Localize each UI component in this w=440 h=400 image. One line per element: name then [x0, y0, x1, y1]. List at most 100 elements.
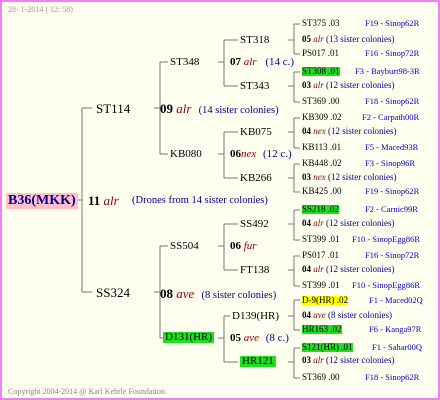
gen4-sym-1: alr: [313, 80, 324, 90]
gen2-num-0: 09: [160, 101, 173, 116]
gen4-num-2: 04: [302, 126, 311, 136]
gen5-code-15: ST369 .00: [302, 372, 340, 382]
gen3-label-2: SS504: [170, 240, 199, 252]
gen4-label-1: ST343: [240, 80, 270, 92]
gen3-num-3: 05: [230, 332, 241, 344]
gen4-info-0: 05 alr (13 sister colonies): [302, 35, 395, 44]
gen3-sym-2: fur: [243, 240, 257, 252]
gen5-loc-13: F6 - Kanga97R: [369, 324, 422, 334]
gen5-code-3: ST369 .00: [302, 96, 340, 106]
gen4-note-0: (13 sister colonies): [326, 34, 395, 44]
gen5-code-14: S121(HR) .01: [302, 342, 353, 352]
gen4-num-1: 03: [302, 80, 311, 90]
gen4-num-4: 04: [302, 218, 311, 228]
root-sym: alr: [103, 193, 119, 208]
gen4-note-3: (12 sister colonies): [328, 172, 397, 182]
gen5-code-2: ST308 .01: [302, 66, 340, 76]
root-queen-label: B36(MKK): [6, 193, 78, 209]
gen5-loc-2: F3 - Bayburt98-3R: [355, 66, 420, 76]
gen4-info-4: 04 alr (12 sister colonies): [302, 219, 395, 228]
gen4-sym-6: ave: [313, 310, 326, 320]
gen5-loc-11: F10 - SinopEgg86R: [352, 280, 421, 290]
root-note: (Drones from 14 sister colonies): [132, 195, 268, 206]
gen4-num-3: 03: [302, 172, 311, 182]
gen5-code-12: D-9(HR) .02: [302, 295, 348, 305]
gen3-note-1: (12 c.): [263, 148, 292, 160]
gen3-note-0: (14 c.): [265, 56, 295, 68]
gen3-info-1: 06nex (12 c.): [230, 149, 292, 160]
gen5-loc-5: F5 - Maced93R: [365, 142, 419, 152]
gen4-note-2: (12 sister colonies): [328, 126, 397, 136]
gen2-label-0: ST114: [96, 101, 131, 116]
gen2-sym-1: ave: [176, 286, 195, 301]
gen5-loc-4: F2 - Carpath00R: [362, 112, 420, 122]
root-num: 11: [88, 193, 101, 208]
gen3-info-2: 06 fur: [230, 241, 257, 252]
gen4-note-6: (8 sister colonies): [328, 310, 392, 320]
gen4-label-5: FT138: [240, 264, 270, 276]
gen5-loc-3: F18 - Sinop62R: [365, 96, 420, 106]
gen4-label-0: ST318: [240, 34, 270, 46]
gen3-info-0: 07 alr (14 c.): [230, 57, 294, 68]
gen4-label-3: KB266: [240, 172, 272, 184]
gen5-loc-14: F1 - Sahar00Q: [372, 342, 423, 352]
gen5-code-5: KB113 .01: [302, 142, 342, 152]
gen4-label-2: KB075: [240, 126, 272, 138]
gen4-label-6: D139(HR): [232, 310, 280, 322]
gen2-info-0: 09 alr (14 sister colonies): [160, 102, 279, 117]
gen5-loc-15: F18 - Sinop62R: [365, 372, 420, 382]
gen4-note-4: (12 sister colonies): [326, 218, 395, 228]
gen4-num-7: 03: [302, 355, 311, 365]
gen5-loc-10: F16 - Sinop72R: [365, 250, 420, 260]
header-timestamp: 28- 1-2014 ( 12: 58): [8, 5, 73, 14]
gen3-note-3: (8 c.): [265, 332, 289, 344]
gen5-loc-6: F3 - Sinop96R: [365, 158, 416, 168]
gen2-note-0: (14 sister colonies): [198, 105, 279, 116]
gen4-num-5: 04: [302, 264, 311, 274]
gen3-label-1: KB080: [170, 148, 202, 160]
gen3-sym-3: ave: [243, 332, 260, 344]
gen4-sym-7: alr: [313, 355, 324, 365]
gen5-loc-12: F1 - Maced02Q: [369, 295, 423, 305]
gen3-num-1: 06: [230, 148, 241, 160]
gen4-label-7: HR121: [240, 355, 276, 367]
gen5-loc-1: F16 - Sinop72R: [365, 48, 420, 58]
gen5-code-13: HR163 .02: [302, 324, 342, 334]
gen2-note-1: (8 sister colonies): [201, 290, 277, 301]
gen5-code-4: KB309 .02: [302, 112, 342, 122]
gen4-info-1: 03 alr (12 sister colonies): [302, 81, 395, 90]
gen4-info-7: 03 alr (12 sister colonies): [302, 356, 395, 365]
gen2-label-1: SS324: [96, 285, 130, 300]
gen5-code-11: ST399 .01: [302, 280, 340, 290]
gen3-num-0: 07: [230, 56, 241, 68]
gen2-num-1: 08: [160, 286, 173, 301]
gen5-loc-7: F19 - Sinop62R: [365, 186, 420, 196]
gen4-note-1: (12 sister colonies): [326, 80, 395, 90]
gen4-num-6: 04: [302, 310, 311, 320]
gen4-info-2: 04 nex (12 sister colonies): [302, 127, 396, 136]
gen4-sym-0: alr: [313, 34, 324, 44]
gen5-code-10: PS017 .01: [302, 250, 340, 260]
gen3-label-0: ST348: [170, 56, 200, 68]
gen5-loc-0: F19 - Sinop62R: [365, 18, 420, 28]
gen3-label-3: D131(HR): [163, 331, 215, 343]
gen4-sym-3: nex: [313, 172, 326, 182]
gen5-loc-8: F2 - Carnic99R: [365, 204, 418, 214]
gen5-code-9: ST399 .01: [302, 234, 340, 244]
gen2-sym-0: alr: [176, 101, 192, 116]
gen2-info-1: 08 ave (8 sister colonies): [160, 287, 276, 302]
gen3-info-3: 05 ave (8 c.): [230, 333, 289, 344]
gen4-num-0: 05: [302, 34, 311, 44]
gen5-code-7: KB425 .00: [302, 186, 342, 196]
gen4-sym-5: alr: [313, 264, 324, 274]
gen4-info-3: 03 nex (12 sister colonies): [302, 173, 396, 182]
gen4-info-5: 04 alr (12 sister colonies): [302, 265, 395, 274]
gen4-sym-2: nex: [313, 126, 326, 136]
gen5-loc-9: F10 - SinopEgg86R: [352, 234, 421, 244]
gen3-sym-0: alr: [243, 56, 257, 68]
gen5-code-1: PS017 .01: [302, 48, 340, 58]
gen4-note-7: (12 sister colonies): [326, 355, 395, 365]
footer-copyright: Copyright 2004-2014 @ Karl Kehrle Founda…: [8, 387, 167, 396]
gen4-sym-4: alr: [313, 218, 324, 228]
gen4-info-6: 04 ave (8 sister colonies): [302, 311, 392, 320]
